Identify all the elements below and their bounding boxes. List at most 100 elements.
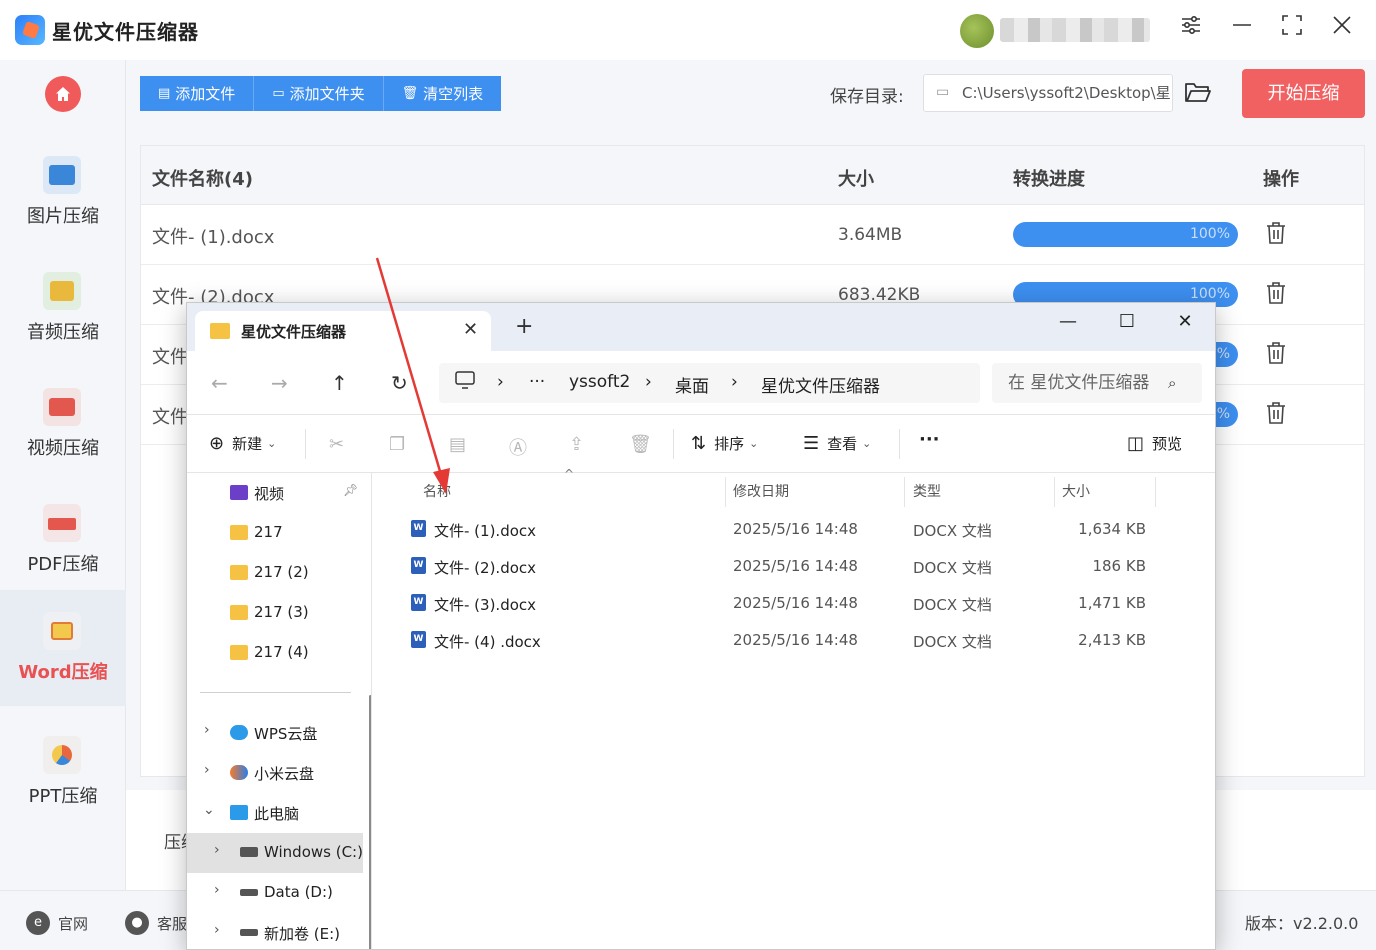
progress-text: 100% [1189,286,1230,302]
file-row[interactable]: W 文件- (1).docx 2025/5/16 14:48 DOCX 文档 1… [384,511,1164,548]
sort-label: 排序 [714,435,745,453]
sidebar-item-ppt[interactable]: PPT压缩 [0,714,126,830]
breadcrumb-item[interactable]: 桌面 [675,372,709,397]
folder-icon [230,605,248,620]
close-icon[interactable] [1327,14,1357,44]
breadcrumb-item[interactable]: 星优文件压缩器 [761,372,880,397]
nav-scrollbar[interactable] [369,695,371,949]
home-button[interactable] [45,76,81,112]
breadcrumb-item[interactable]: yssoft2 [569,372,630,392]
chevron-right-icon[interactable]: › [214,882,220,898]
delete-icon[interactable] [1266,221,1286,249]
explorer-maximize-icon[interactable]: ☐ [1112,311,1142,335]
forward-icon[interactable]: → [271,371,288,395]
cut-icon[interactable]: ✂ [329,434,344,455]
service-link[interactable]: ● 客服 [125,911,187,935]
refresh-icon[interactable]: ↻ [391,371,408,395]
chevron-right-icon[interactable]: › [214,842,220,858]
explorer-search-input[interactable]: 在 星优文件压缩器 ⌕ [992,363,1202,403]
close-tab-icon[interactable]: ✕ [463,319,478,340]
view-button[interactable]: ☰ 查看 ⌄ [803,433,871,454]
chevron-down-icon[interactable]: ⌄ [203,802,215,818]
delete-icon[interactable] [1266,281,1286,309]
column-date[interactable]: 修改日期 [733,481,789,501]
sidebar-item-label: Word压缩 [18,662,108,683]
nav-item-drive-c[interactable]: › Windows (C:) [187,833,363,873]
paste-icon[interactable]: ▤ [449,434,466,455]
file-row[interactable]: W 文件- (2).docx 2025/5/16 14:48 DOCX 文档 1… [384,548,1164,585]
preview-button[interactable]: ◫ 预览 [1127,433,1182,454]
sidebar-item-image[interactable]: 图片压缩 [0,134,126,250]
sidebar-item-video[interactable]: 视频压缩 [0,366,126,482]
settings-icon[interactable] [1176,14,1206,44]
path-ellipsis[interactable]: ··· [529,372,545,392]
column-divider[interactable] [904,477,905,507]
browser-icon: e [26,911,50,935]
chevron-right-icon[interactable]: › [204,722,210,738]
nav-item-this-pc[interactable]: ⌄ 此电脑 [187,793,363,833]
column-divider[interactable] [1155,477,1156,507]
pdf-compress-icon [43,504,81,542]
nav-item-folder[interactable]: 217 (4) [187,633,363,673]
explorer-nav-pane: 视频 📌︎ 217 217 (2) 217 (3) 217 (4) › WPS云… [187,473,372,949]
explorer-tab[interactable]: 星优文件压缩器 ✕ [195,311,491,351]
nav-item-folder[interactable]: 217 (3) [187,593,363,633]
folder-icon [230,645,248,660]
website-link[interactable]: e 官网 [26,911,88,935]
column-name[interactable]: 名称 [423,481,451,501]
start-compress-button[interactable]: 开始压缩 [1242,69,1365,118]
sort-button[interactable]: ⇅ 排序 ⌄ [691,433,758,454]
new-tab-icon[interactable]: + [515,316,533,338]
browse-folder-button[interactable] [1184,80,1212,106]
chevron-right-icon: › [731,372,738,392]
nav-item-video[interactable]: 视频 📌︎ [187,473,363,513]
sidebar-item-audio[interactable]: 音频压缩 [0,250,126,366]
share-icon[interactable]: ⇪ [569,434,584,455]
delete-icon[interactable] [1266,401,1286,429]
explorer-close-icon[interactable]: ✕ [1170,311,1200,335]
sidebar-item-pdf[interactable]: PDF压缩 [0,482,126,598]
nav-item-folder[interactable]: 217 (2) [187,553,363,593]
chevron-right-icon[interactable]: › [204,762,210,778]
path-breadcrumb[interactable]: › ··· yssoft2 › 桌面 › 星优文件压缩器 [439,363,980,403]
nav-item-folder[interactable]: 217 [187,513,363,553]
explorer-minimize-icon[interactable]: — [1053,311,1083,335]
sidebar-item-word[interactable]: Word压缩 [0,590,126,706]
file-explorer-window: 星优文件压缩器 ✕ + — ☐ ✕ ← → ↑ ↻ › ··· yssoft2 … [186,302,1216,950]
nav-label: 217 (4) [254,643,309,661]
user-avatar[interactable] [960,14,994,48]
up-icon[interactable]: ↑ [331,371,348,395]
nav-item-drive-d[interactable]: › Data (D:) [187,873,363,913]
sort-up-icon: ^ [564,467,575,481]
file-type: DOCX 文档 [913,633,992,651]
file-row[interactable]: W 文件- (3).docx 2025/5/16 14:48 DOCX 文档 1… [384,585,1164,622]
delete-icon[interactable]: 🗑︎ [629,434,652,455]
chevron-right-icon[interactable]: › [214,922,220,938]
save-dir-input[interactable]: C:\Users\yssoft2\Desktop\星 [923,74,1173,112]
delete-icon[interactable] [1266,341,1286,369]
new-button[interactable]: ⊕ 新建 ⌄ [209,433,276,454]
preview-label: 预览 [1152,435,1183,453]
file-row[interactable]: W 文件- (4) .docx 2025/5/16 14:48 DOCX 文档 … [384,622,1164,659]
search-icon: ⌕ [1168,374,1177,392]
user-name-blurred[interactable] [1000,18,1150,42]
back-icon[interactable]: ← [211,371,228,395]
computer-icon [455,371,475,394]
column-divider[interactable] [1054,477,1055,507]
nav-item-mi-cloud[interactable]: › 小米云盘 [187,753,363,793]
nav-item-drive-e[interactable]: › 新加卷 (E:) [187,913,363,949]
clear-list-button[interactable]: 🗑︎ 清空列表 [383,76,502,111]
minimize-icon[interactable] [1227,14,1257,44]
nav-item-wps-cloud[interactable]: › WPS云盘 [187,713,363,753]
nav-label: Windows (C:) [264,843,363,861]
rename-icon[interactable]: Ⓐ [509,434,527,460]
column-size[interactable]: 大小 [1062,481,1090,501]
add-file-button[interactable]: ▤ 添加文件 [140,76,255,111]
column-divider[interactable] [725,477,726,507]
add-folder-button[interactable]: ▭ 添加文件夹 [254,76,384,111]
column-type[interactable]: 类型 [913,481,941,501]
maximize-icon[interactable] [1277,14,1307,44]
more-options-button[interactable]: ··· [919,429,940,450]
sidebar: 图片压缩 音频压缩 视频压缩 PDF压缩 Word压缩 PPT压缩 [0,60,126,890]
copy-icon[interactable]: ❐ [389,434,405,455]
